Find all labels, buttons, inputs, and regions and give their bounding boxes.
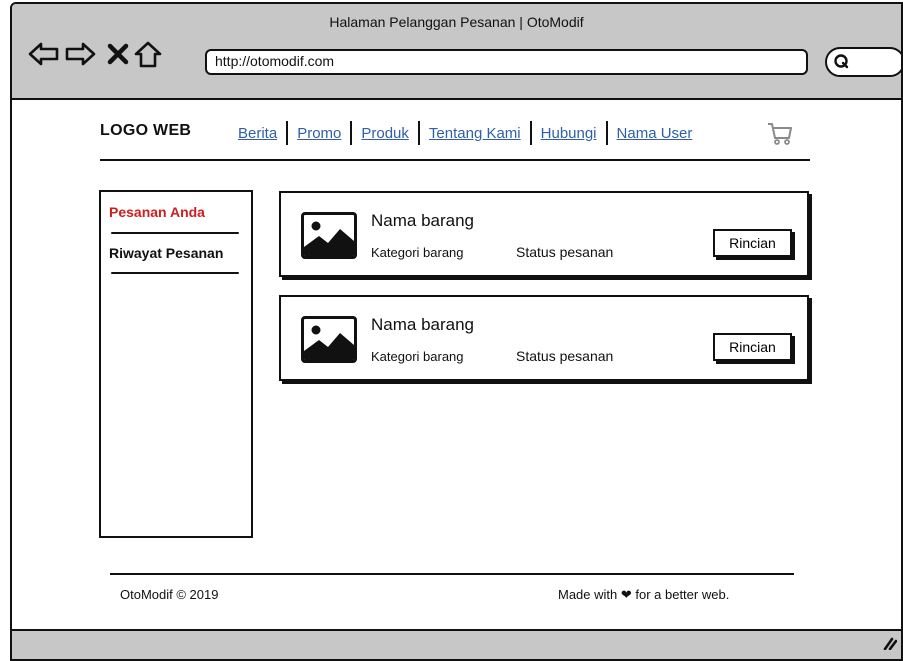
- image-placeholder-icon: [301, 316, 357, 363]
- item-name: Nama barang: [371, 315, 475, 334]
- sidebar-divider: [111, 232, 239, 234]
- nav-separator: [529, 121, 532, 145]
- footer-copyright: OtoModif © 2019: [120, 587, 219, 602]
- forward-arrow-icon[interactable]: [64, 38, 96, 70]
- site-logo[interactable]: LOGO WEB: [100, 122, 191, 140]
- back-arrow-icon[interactable]: [28, 38, 60, 70]
- shopping-cart-icon[interactable]: [766, 121, 794, 152]
- top-navigation: Berita Promo Produk Tentang Kami Hubungi…: [238, 121, 692, 145]
- resize-grip-icon[interactable]: [881, 634, 898, 655]
- image-placeholder-icon: [301, 212, 357, 259]
- nav-link-promo[interactable]: Promo: [297, 125, 341, 142]
- browser-search-field[interactable]: [825, 47, 901, 77]
- item-category: Kategori barang: [371, 245, 464, 260]
- home-icon[interactable]: [132, 38, 164, 70]
- order-status: Status pesanan: [516, 244, 614, 260]
- rincian-button[interactable]: Rincian: [713, 333, 792, 361]
- nav-separator: [417, 121, 420, 145]
- nav-separator: [350, 121, 353, 145]
- nav-link-produk[interactable]: Produk: [361, 125, 409, 142]
- search-icon: [834, 54, 849, 69]
- order-card: Nama barang Kategori barang Status pesan…: [279, 191, 809, 277]
- nav-separator: [286, 121, 289, 145]
- order-status: Status pesanan: [516, 348, 614, 364]
- sidebar-item-riwayat-pesanan[interactable]: Riwayat Pesanan: [109, 245, 223, 261]
- browser-window: Halaman Pelanggan Pesanan | OtoModif htt…: [10, 2, 903, 661]
- sidebar-item-pesanan-anda[interactable]: Pesanan Anda: [109, 204, 205, 220]
- item-name: Nama barang: [371, 211, 475, 230]
- rincian-button[interactable]: Rincian: [713, 229, 792, 257]
- browser-status-bar: [12, 629, 901, 659]
- sidebar: Pesanan Anda Riwayat Pesanan: [99, 190, 253, 538]
- nav-link-berita[interactable]: Berita: [238, 125, 277, 142]
- nav-link-nama-user[interactable]: Nama User: [617, 125, 693, 142]
- footer-made-with: Made with ❤ for a better web.: [558, 587, 730, 602]
- item-category: Kategori barang: [371, 349, 464, 364]
- order-card: Nama barang Kategori barang Status pesan…: [279, 295, 809, 381]
- nav-link-tentang-kami[interactable]: Tentang Kami: [429, 125, 521, 142]
- header-divider: [100, 159, 810, 161]
- browser-chrome: Halaman Pelanggan Pesanan | OtoModif htt…: [12, 4, 901, 100]
- sidebar-divider: [111, 272, 239, 274]
- window-title: Halaman Pelanggan Pesanan | OtoModif: [329, 14, 584, 30]
- url-input[interactable]: http://otomodif.com: [205, 49, 808, 75]
- nav-link-hubungi[interactable]: Hubungi: [541, 125, 597, 142]
- nav-separator: [605, 121, 608, 145]
- close-x-icon[interactable]: [102, 38, 134, 70]
- footer-divider: [110, 573, 794, 575]
